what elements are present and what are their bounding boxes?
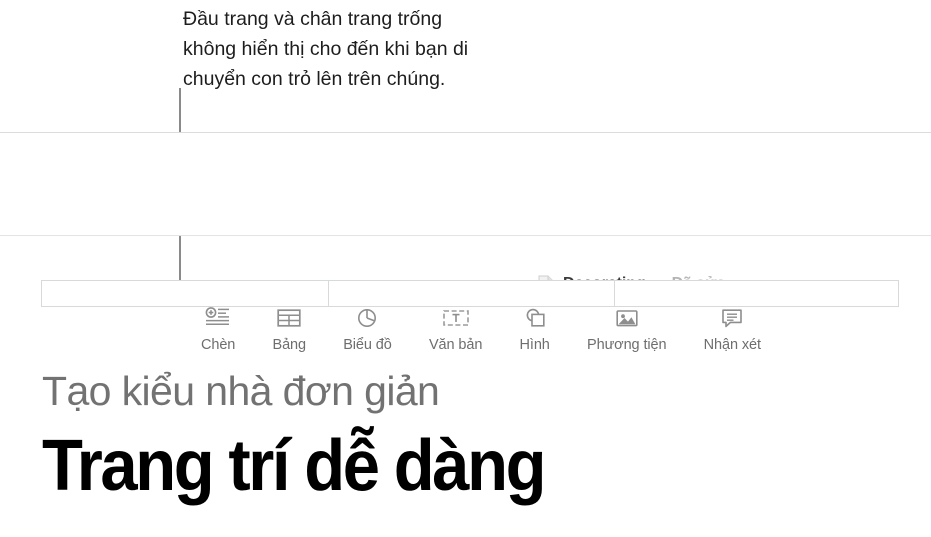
page-header-fields [41, 280, 899, 307]
toolbar-label-comment: Nhận xét [703, 337, 761, 353]
toolbar-label-chart: Biểu đồ [343, 337, 392, 353]
app-toolbar: Decorating — Đã sửa Chèn [0, 133, 931, 353]
toolbar-button-table[interactable]: Bảng [273, 303, 306, 353]
toolbar-button-shape[interactable]: Hình [520, 303, 550, 353]
toolbar-button-chart[interactable]: Biểu đồ [343, 303, 392, 353]
table-icon [276, 303, 302, 333]
toolbar-button-comment[interactable]: Nhận xét [704, 303, 761, 353]
toolbar-label-insert: Chèn [201, 337, 236, 353]
header-field-left[interactable] [42, 281, 328, 306]
toolbar-button-media[interactable]: Phương tiện [587, 303, 667, 353]
toolbar-label-table: Bảng [272, 337, 307, 353]
toolbar-label-text: Văn bản [428, 337, 483, 353]
document-subtitle[interactable]: Tạo kiểu nhà đơn giản [42, 368, 440, 415]
header-field-right[interactable] [614, 281, 898, 306]
toolbar-label-media: Phương tiện [587, 337, 667, 353]
chart-icon [354, 303, 380, 333]
shape-icon [522, 303, 548, 333]
toolbar-button-text[interactable]: Văn bản [429, 303, 482, 353]
toolbar-button-group: Chèn Bảng Biểu đồ Văn bản Hình Phương ti… [201, 303, 761, 353]
header-field-center[interactable] [328, 281, 614, 306]
callout-annotation-text: Đầu trang và chân trang trống không hiển… [183, 8, 469, 90]
media-icon [614, 303, 640, 333]
document-heading[interactable]: Trang trí dễ dàng [42, 425, 546, 507]
toolbar-button-insert[interactable]: Chèn [201, 303, 235, 353]
toolbar-bottom-divider [0, 235, 931, 236]
text-box-icon [442, 303, 470, 333]
comment-icon [719, 303, 745, 333]
toolbar-label-shape: Hình [519, 337, 550, 353]
insert-icon [205, 303, 231, 333]
